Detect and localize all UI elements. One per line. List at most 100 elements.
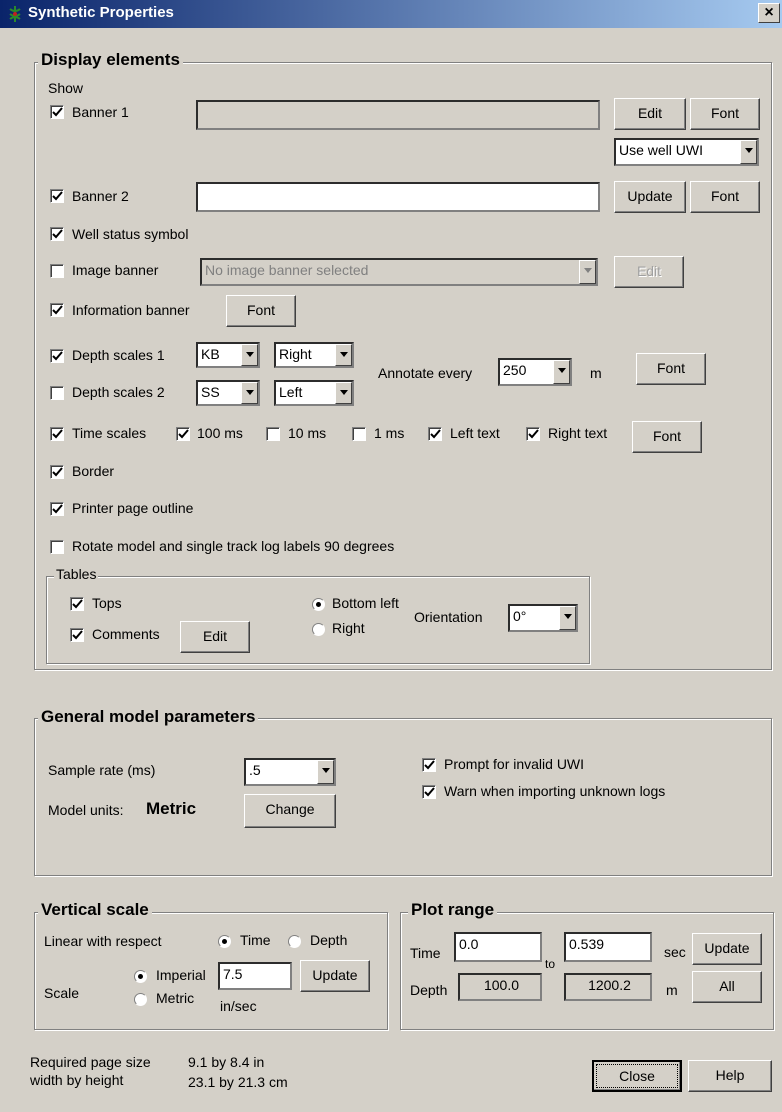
depth1-label: Depth scales 1: [72, 347, 165, 363]
well-status-label: Well status symbol: [72, 226, 189, 242]
time-100ms-checkbox[interactable]: [176, 427, 190, 441]
linear-label: Linear with respect: [44, 933, 162, 949]
time-radio[interactable]: [218, 935, 231, 948]
depth2-side-select[interactable]: Left: [274, 380, 354, 406]
plot-depth-label: Depth: [410, 982, 448, 998]
printer-outline-checkbox[interactable]: [50, 502, 64, 516]
close-icon[interactable]: ×: [758, 3, 780, 23]
chevron-down-icon[interactable]: [335, 382, 352, 404]
app-icon: [9, 6, 21, 22]
left-text-checkbox[interactable]: [428, 427, 442, 441]
right-label: Right: [332, 620, 365, 636]
imperial-label: Imperial: [156, 967, 206, 983]
orientation-select[interactable]: 0°: [508, 604, 578, 632]
image-banner-select-value: No image banner selected: [205, 262, 369, 278]
image-banner-checkbox[interactable]: [50, 264, 64, 278]
rotate-checkbox[interactable]: [50, 540, 64, 554]
chevron-down-icon[interactable]: [241, 382, 258, 404]
model-units-value: Metric: [146, 799, 197, 818]
annotate-font-button[interactable]: Font: [636, 353, 706, 385]
border-label: Border: [72, 463, 115, 479]
tables-title: Tables: [54, 566, 99, 582]
required-size-label-2: width by height: [30, 1072, 124, 1088]
banner1-checkbox[interactable]: [50, 105, 64, 119]
time-scales-font-button[interactable]: Font: [632, 421, 702, 453]
time-to-input[interactable]: 0.539: [564, 932, 652, 962]
close-button[interactable]: Close: [592, 1060, 682, 1092]
comments-checkbox[interactable]: [70, 628, 84, 642]
annotate-value: 250: [503, 362, 527, 378]
display-elements-title: Display elements: [38, 50, 183, 70]
banner1-label: Banner 1: [72, 104, 129, 120]
help-button[interactable]: Help: [688, 1060, 772, 1092]
depth1-ref-select[interactable]: KB: [196, 342, 260, 368]
time-from-input[interactable]: 0.0: [454, 932, 542, 962]
vertical-update-button[interactable]: Update: [300, 960, 370, 992]
sample-rate-select[interactable]: .5: [244, 758, 336, 786]
comments-edit-button[interactable]: Edit: [180, 621, 250, 653]
chevron-down-icon[interactable]: [740, 140, 757, 164]
tops-checkbox[interactable]: [70, 597, 84, 611]
depth2-checkbox[interactable]: [50, 386, 64, 400]
general-model-title: General model parameters: [38, 707, 259, 727]
banner2-text-field[interactable]: [196, 182, 600, 212]
time-1ms-checkbox[interactable]: [352, 427, 366, 441]
info-banner-checkbox[interactable]: [50, 303, 64, 317]
depth1-checkbox[interactable]: [50, 349, 64, 363]
chevron-down-icon[interactable]: [335, 344, 352, 366]
chevron-down-icon[interactable]: [241, 344, 258, 366]
chevron-down-icon[interactable]: [553, 360, 570, 384]
banner2-update-button[interactable]: Update: [614, 181, 686, 213]
well-status-checkbox[interactable]: [50, 227, 64, 241]
window-title: Synthetic Properties: [28, 4, 174, 21]
chevron-down-icon[interactable]: [559, 606, 576, 630]
to-label: to: [545, 957, 556, 971]
time-100ms-label: 100 ms: [197, 425, 243, 441]
image-banner-label: Image banner: [72, 262, 159, 278]
banner2-font-button[interactable]: Font: [690, 181, 760, 213]
chevron-down-icon[interactable]: [317, 760, 334, 784]
right-text-checkbox[interactable]: [526, 427, 540, 441]
banner2-checkbox[interactable]: [50, 189, 64, 203]
chevron-down-icon[interactable]: [579, 260, 596, 284]
plot-all-button[interactable]: All: [692, 971, 762, 1003]
metric-radio[interactable]: [134, 993, 147, 1006]
info-banner-font-button[interactable]: Font: [226, 295, 296, 327]
required-size-label-1: Required page size: [30, 1054, 151, 1070]
prompt-invalid-uwi-checkbox[interactable]: [422, 758, 436, 772]
depth2-ref-value: SS: [201, 384, 220, 400]
depth1-ref-value: KB: [201, 346, 220, 362]
uwi-select-value: Use well UWI: [619, 142, 704, 158]
size-cm: 23.1 by 21.3 cm: [188, 1074, 288, 1090]
bottom-left-label: Bottom left: [332, 595, 399, 611]
right-radio[interactable]: [312, 623, 325, 636]
scale-input[interactable]: 7.5: [218, 962, 292, 990]
plot-time-label: Time: [410, 945, 441, 961]
banner1-edit-button[interactable]: Edit: [614, 98, 686, 130]
right-text-label: Right text: [548, 425, 608, 441]
banner1-font-button[interactable]: Font: [690, 98, 760, 130]
orientation-value: 0°: [513, 608, 527, 624]
plot-update-button[interactable]: Update: [692, 933, 762, 965]
imperial-radio[interactable]: [134, 970, 147, 983]
border-checkbox[interactable]: [50, 465, 64, 479]
depth-radio[interactable]: [288, 935, 301, 948]
banner1-text-field[interactable]: [196, 100, 600, 130]
depth1-side-select[interactable]: Right: [274, 342, 354, 368]
annotate-select[interactable]: 250: [498, 358, 572, 386]
depth2-ref-select[interactable]: SS: [196, 380, 260, 406]
uwi-select[interactable]: Use well UWI: [614, 138, 759, 166]
tops-label: Tops: [92, 595, 122, 611]
image-banner-edit-button[interactable]: Edit: [614, 256, 684, 288]
time-scales-checkbox[interactable]: [50, 427, 64, 441]
depth1-side-value: Right: [279, 346, 312, 362]
change-units-button[interactable]: Change: [244, 794, 336, 828]
warn-unknown-logs-checkbox[interactable]: [422, 785, 436, 799]
warn-unknown-logs-label: Warn when importing unknown logs: [444, 783, 666, 799]
orientation-label: Orientation: [414, 609, 483, 625]
image-banner-select[interactable]: No image banner selected: [200, 258, 598, 286]
info-banner-label: Information banner: [72, 302, 190, 318]
bottom-left-radio[interactable]: [312, 598, 325, 611]
time-10ms-checkbox[interactable]: [266, 427, 280, 441]
plot-range-title: Plot range: [408, 900, 498, 920]
